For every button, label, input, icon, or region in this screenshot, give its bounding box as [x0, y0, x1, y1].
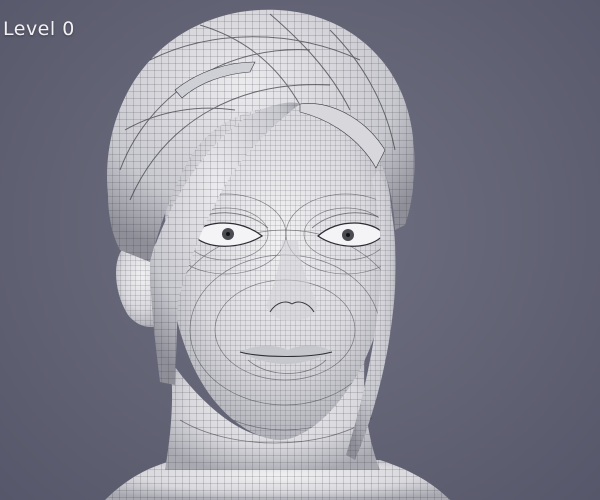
subdivision-level-label: Level 0: [3, 18, 75, 40]
viewport[interactable]: Level 0: [0, 0, 600, 500]
wireframe-head-icon[interactable]: [0, 0, 600, 500]
